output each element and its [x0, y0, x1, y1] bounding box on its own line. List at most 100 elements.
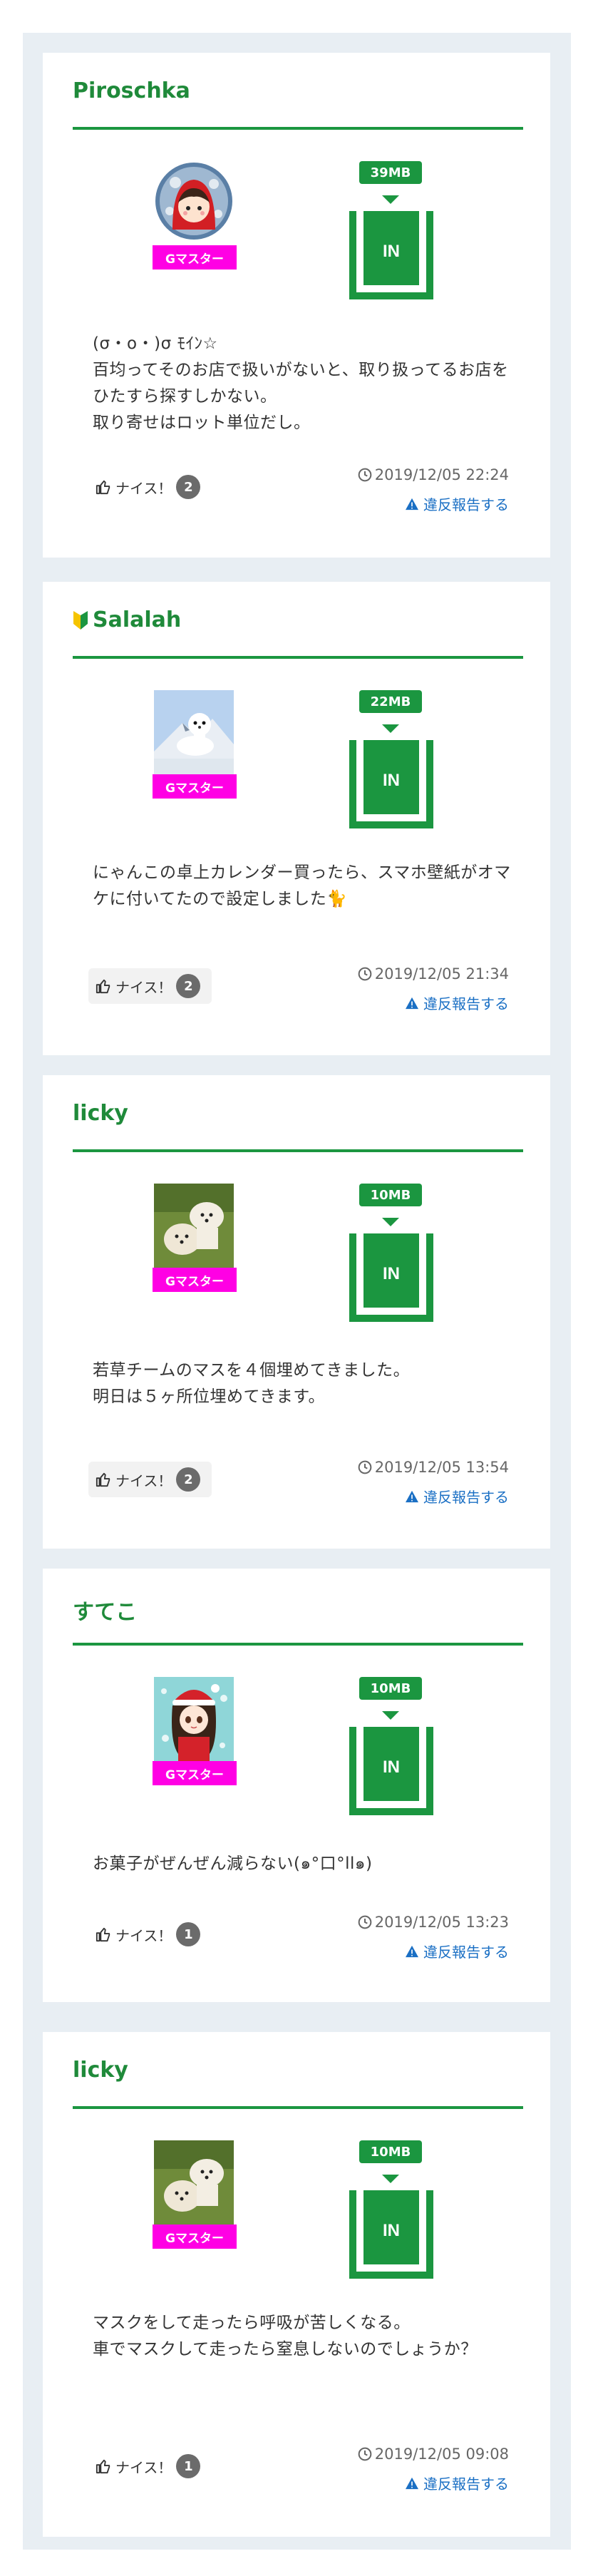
- post-timestamp: 2019/12/05 13:23: [358, 1914, 509, 1931]
- post-text: (σ・ο・)σ ﾓｲﾝ☆ 百均ってそのお店で扱いがないと、取り扱ってるお店をひた…: [93, 334, 509, 432]
- in-storage-icon: IN: [349, 740, 433, 828]
- beginner-mark-icon: [73, 610, 88, 630]
- caret-down-icon: [382, 1711, 399, 1720]
- avatar[interactable]: [154, 690, 234, 774]
- report-label: 違反報告する: [423, 2475, 509, 2493]
- post-card: すてこ Gマスター 10MB IN お菓子がぜんぜん減らない(๑°口°ll๑) …: [43, 1569, 550, 2002]
- report-link[interactable]: 違反報告する: [405, 992, 509, 1013]
- user-name: すてこ: [73, 1600, 138, 1625]
- user-name-link[interactable]: すてこ: [73, 1594, 137, 1626]
- post-timestamp: 2019/12/05 13:54: [358, 1459, 509, 1476]
- user-name-link[interactable]: Salalah: [73, 607, 181, 632]
- name-divider: [73, 1149, 523, 1152]
- warning-icon: [406, 2477, 418, 2489]
- report-link[interactable]: 違反報告する: [405, 2473, 509, 2493]
- thumbs-up-icon: [96, 979, 110, 994]
- in-storage-icon: IN: [349, 2190, 433, 2279]
- in-storage-icon: IN: [349, 211, 433, 299]
- report-link[interactable]: 違反報告する: [405, 493, 509, 514]
- report-link[interactable]: 違反報告する: [405, 1486, 509, 1507]
- name-divider: [73, 2106, 523, 2109]
- rank-badge: Gマスター: [153, 774, 237, 799]
- post-text: にゃんこの卓上カレンダー買ったら、スマホ壁紙がオマケに付いてたので設定しました🐈: [93, 863, 511, 908]
- clock-icon: [358, 1915, 372, 1929]
- name-divider: [73, 656, 523, 659]
- post-card: licky Gマスター 10MB: [43, 1075, 550, 1549]
- nice-button[interactable]: ナイス！ 1: [88, 2448, 212, 2484]
- report-label: 違反報告する: [423, 995, 509, 1012]
- nice-label: ナイス！: [115, 2458, 172, 2476]
- name-divider: [73, 127, 523, 130]
- user-name-link[interactable]: licky: [73, 2058, 128, 2083]
- nice-count-badge: 2: [176, 1467, 201, 1492]
- avatar[interactable]: [154, 1184, 234, 1268]
- avatar[interactable]: [154, 2140, 234, 2225]
- nice-label: ナイス！: [115, 1926, 172, 1944]
- in-label: IN: [383, 1757, 400, 1777]
- nice-label: ナイス！: [115, 978, 172, 996]
- user-name: licky: [73, 1101, 128, 1126]
- post-text: マスクをして走ったら呼吸が苦しくなる。 車でマスクして走ったら窒息しないのでしょ…: [93, 2314, 478, 2359]
- size-badge: 10MB: [359, 1184, 422, 1206]
- clock-icon: [358, 468, 372, 482]
- size-badge: 22MB: [359, 690, 422, 713]
- post-card: Piroschka Gマスター 39MB IN (σ・ο・)σ ﾓｲﾝ☆ 百均っ…: [43, 53, 550, 558]
- nice-count-badge: 2: [176, 974, 201, 998]
- user-name: Salalah: [93, 607, 182, 632]
- warning-icon: [406, 997, 418, 1009]
- timestamp-text: 2019/12/05 21:34: [374, 965, 509, 982]
- user-name: licky: [73, 2058, 128, 2083]
- in-storage-icon: IN: [349, 1233, 433, 1322]
- in-label: IN: [383, 2221, 400, 2240]
- in-label: IN: [383, 242, 400, 261]
- post-timestamp: 2019/12/05 22:24: [358, 466, 509, 483]
- nice-count-badge: 1: [176, 2454, 201, 2478]
- thumbs-up-icon: [96, 1472, 110, 1487]
- timestamp-text: 2019/12/05 09:08: [374, 2446, 509, 2463]
- warning-icon: [406, 1945, 418, 1957]
- clock-icon: [358, 2447, 372, 2461]
- nice-button[interactable]: ナイス！ 2: [88, 1462, 212, 1497]
- report-label: 違反報告する: [423, 1944, 509, 1961]
- size-badge: 10MB: [359, 2140, 422, 2163]
- timestamp-text: 2019/12/05 13:54: [374, 1459, 509, 1476]
- clock-icon: [358, 1460, 372, 1474]
- rank-badge: Gマスター: [153, 245, 237, 270]
- caret-down-icon: [382, 2175, 399, 2183]
- post-timestamp: 2019/12/05 21:34: [358, 965, 509, 982]
- clock-icon: [358, 967, 372, 981]
- post-text: 若草チームのマスを４個埋めてきました。 明日は５ヶ所位埋めてきます。: [93, 1361, 411, 1406]
- post-card: licky Gマスター 10MB: [43, 2032, 550, 2537]
- report-link[interactable]: 違反報告する: [405, 1941, 509, 1961]
- report-label: 違反報告する: [423, 496, 509, 513]
- timestamp-text: 2019/12/05 13:23: [374, 1914, 509, 1931]
- nice-count-badge: 1: [176, 1922, 201, 1946]
- user-name: Piroschka: [73, 78, 190, 103]
- thumbs-up-icon: [96, 2459, 110, 2474]
- nice-label: ナイス！: [115, 479, 172, 497]
- in-label: IN: [383, 1264, 400, 1283]
- user-name-link[interactable]: Piroschka: [73, 78, 190, 103]
- thumbs-up-icon: [96, 480, 110, 495]
- size-badge: 10MB: [359, 1677, 422, 1700]
- post-card: Salalah Gマスター 22MB IN にゃんこの卓上カレンダー買ったら、ス…: [43, 582, 550, 1055]
- post-text: お菓子がぜんぜん減らない(๑°口°ll๑): [93, 1854, 373, 1873]
- post-timestamp: 2019/12/05 09:08: [358, 2446, 509, 2463]
- caret-down-icon: [382, 724, 399, 733]
- nice-button[interactable]: ナイス！ 2: [88, 469, 212, 505]
- in-storage-icon: IN: [349, 1727, 433, 1815]
- caret-down-icon: [382, 1218, 399, 1226]
- user-name-link[interactable]: licky: [73, 1101, 128, 1126]
- avatar[interactable]: [154, 161, 234, 245]
- nice-button[interactable]: ナイス！ 2: [88, 968, 212, 1004]
- report-label: 違反報告する: [423, 1489, 509, 1506]
- caret-down-icon: [382, 195, 399, 204]
- thumbs-up-icon: [96, 1927, 110, 1942]
- warning-icon: [406, 1490, 418, 1502]
- post-feed: Piroschka Gマスター 39MB IN (σ・ο・)σ ﾓｲﾝ☆ 百均っ…: [23, 33, 571, 2550]
- warning-icon: [406, 498, 418, 510]
- name-divider: [73, 1643, 523, 1646]
- nice-button[interactable]: ナイス！ 1: [88, 1916, 212, 1952]
- nice-count-badge: 2: [176, 475, 201, 499]
- avatar[interactable]: [154, 1677, 234, 1761]
